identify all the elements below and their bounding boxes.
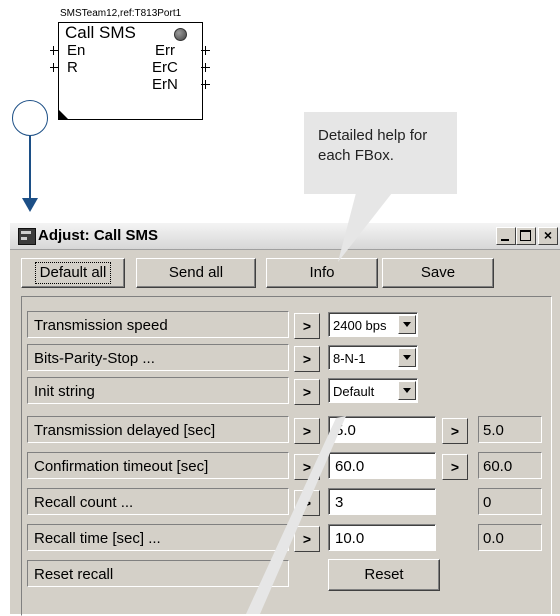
input-stub-r [50, 67, 59, 68]
fbox-corner-marker [59, 110, 68, 119]
status-led-icon [174, 28, 187, 41]
output-stub-erc-tick [205, 63, 206, 72]
bits-parity-stop-select[interactable]: 8-N-1 [328, 345, 418, 370]
adjust-dialog: Adjust: Call SMS × Default all Send all … [10, 223, 560, 616]
input-stub-r-tick [53, 63, 54, 72]
fbox-call-sms[interactable]: Call SMS En R Err ErC ErN [58, 22, 203, 120]
chevron-down-icon[interactable] [398, 315, 416, 334]
send-all-button[interactable]: Send all [136, 258, 256, 288]
chevron-down-icon[interactable] [398, 381, 416, 400]
send-param-button[interactable]: > [294, 418, 320, 444]
close-button[interactable]: × [538, 227, 558, 245]
recall-time-input[interactable]: 10.0 [328, 524, 436, 551]
param-label: Transmission delayed [sec] [27, 416, 289, 443]
send-param-button[interactable]: > [294, 313, 320, 339]
reset-recall-button[interactable]: Reset [328, 559, 440, 591]
minimize-button[interactable] [496, 227, 516, 245]
input-pin-en: En [67, 42, 86, 59]
help-callout-line2: each FBox. [318, 147, 394, 164]
send-param-button[interactable]: > [294, 454, 320, 480]
save-button[interactable]: Save [382, 258, 494, 288]
pointer-line [29, 136, 31, 200]
param-label: Recall time [sec] ... [27, 524, 289, 551]
param-label: Reset recall [27, 560, 289, 587]
init-string-value: Default [333, 384, 375, 399]
input-stub-en [50, 50, 59, 51]
pointer-circle-icon [12, 100, 48, 136]
input-pin-r: R [67, 59, 78, 76]
default-all-label: Default all [34, 262, 112, 284]
maximize-button[interactable] [516, 227, 536, 245]
output-pin-ern: ErN [152, 76, 178, 93]
bits-parity-stop-value: 8-N-1 [333, 351, 366, 366]
send-param-button[interactable]: > [294, 490, 320, 516]
dialog-title: Adjust: Call SMS [38, 227, 159, 244]
help-callout: Detailed help for each FBox. [304, 112, 457, 194]
output-stub-err-tick [205, 46, 206, 55]
recall-count-input[interactable]: 3 [328, 488, 436, 515]
help-callout-text: Detailed help for each FBox. [318, 126, 427, 166]
recall-count-readback: 0 [478, 488, 542, 515]
transmission-delayed-readback: 5.0 [478, 416, 542, 443]
output-pin-erc: ErC [152, 59, 178, 76]
recall-time-readback: 0.0 [478, 524, 542, 551]
read-param-button[interactable]: > [442, 418, 468, 444]
chevron-down-icon[interactable] [398, 348, 416, 367]
param-label: Init string [27, 377, 289, 404]
app-window-icon [18, 228, 36, 245]
help-callout-line1: Detailed help for [318, 127, 428, 144]
init-string-select[interactable]: Default [328, 378, 418, 403]
param-label: Bits-Parity-Stop ... [27, 344, 289, 371]
param-label: Confirmation timeout [sec] [27, 452, 289, 479]
transmission-speed-select[interactable]: 2400 bps [328, 312, 418, 337]
confirmation-timeout-readback: 60.0 [478, 452, 542, 479]
info-button[interactable]: Info [266, 258, 378, 288]
output-pin-err: Err [155, 42, 175, 59]
fbox-title: Call SMS [65, 23, 136, 42]
param-label: Transmission speed [27, 311, 289, 338]
output-stub-ern-tick [205, 80, 206, 89]
transmission-delayed-input[interactable]: 5.0 [328, 416, 436, 443]
param-label: Recall count ... [27, 488, 289, 515]
fbox-reference: SMSTeam12,ref:T813Port1 [60, 8, 182, 19]
input-stub-en-tick [53, 46, 54, 55]
send-param-button[interactable]: > [294, 526, 320, 552]
arrow-down-icon [22, 198, 38, 212]
confirmation-timeout-input[interactable]: 60.0 [328, 452, 436, 479]
dialog-titlebar[interactable]: Adjust: Call SMS × [10, 223, 560, 250]
send-param-button[interactable]: > [294, 379, 320, 405]
default-all-button[interactable]: Default all [21, 258, 125, 288]
transmission-speed-value: 2400 bps [333, 318, 387, 333]
send-param-button[interactable]: > [294, 346, 320, 372]
read-param-button[interactable]: > [442, 454, 468, 480]
